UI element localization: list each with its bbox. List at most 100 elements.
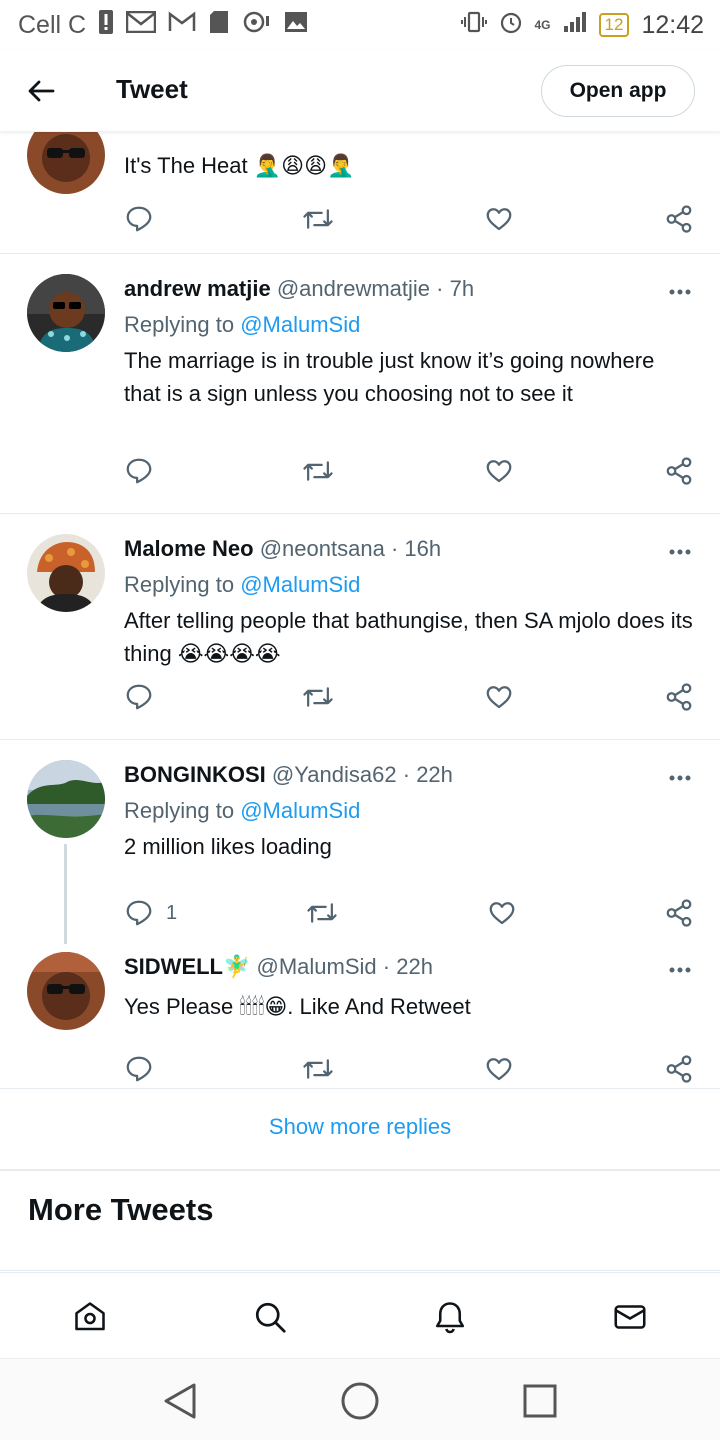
signal-icon bbox=[563, 11, 587, 39]
share-button[interactable] bbox=[664, 202, 694, 236]
author-handle[interactable]: @MalumSid bbox=[257, 954, 377, 979]
share-button[interactable] bbox=[664, 896, 694, 930]
like-button[interactable] bbox=[484, 680, 514, 714]
tweet[interactable]: Malome Neo @neontsana · 16h Replying to … bbox=[0, 514, 720, 740]
tweet-header: Malome Neo @neontsana · 16h bbox=[124, 536, 441, 562]
author-handle[interactable]: @andrewmatjie bbox=[277, 276, 430, 301]
share-button[interactable] bbox=[664, 1052, 694, 1086]
separator: · bbox=[436, 276, 450, 301]
tweet-text: Yes Please 🕯🕯🕯🕯😁. Like And Retweet bbox=[124, 994, 471, 1019]
share-button[interactable] bbox=[664, 680, 694, 714]
reply-icon bbox=[126, 684, 152, 710]
avatar[interactable] bbox=[27, 534, 105, 612]
retweet-button[interactable] bbox=[302, 680, 334, 714]
like-button[interactable] bbox=[487, 896, 517, 930]
like-button[interactable] bbox=[484, 202, 514, 236]
tweet-actions bbox=[124, 1052, 696, 1086]
bell-icon bbox=[435, 1302, 465, 1334]
separator: · bbox=[402, 762, 417, 787]
gallery-icon bbox=[284, 11, 308, 39]
tweet-text: 2 million likes loading bbox=[124, 834, 332, 859]
retweet-button[interactable] bbox=[302, 454, 334, 488]
replying-to: Replying to @MalumSid bbox=[124, 572, 360, 598]
tweet[interactable]: SIDWELL🧚‍♂️ @MalumSid · 22h Yes Please 🕯… bbox=[0, 932, 720, 1088]
battery-indicator: 12 bbox=[598, 13, 630, 37]
tweet-time[interactable]: 22h bbox=[396, 954, 433, 979]
more-button[interactable] bbox=[668, 536, 692, 562]
avatar[interactable] bbox=[27, 760, 105, 838]
like-button[interactable] bbox=[484, 454, 514, 488]
reply-icon bbox=[126, 1056, 152, 1082]
retweet-icon bbox=[303, 461, 333, 481]
more-button[interactable] bbox=[668, 954, 692, 980]
tweet-header: andrew matjie @andrewmatjie · 7h bbox=[124, 276, 474, 302]
show-more-replies-link[interactable]: Show more replies bbox=[0, 1114, 720, 1140]
heart-icon bbox=[486, 460, 512, 483]
retweet-button[interactable] bbox=[306, 896, 338, 930]
like-button[interactable] bbox=[484, 1052, 514, 1086]
replying-to: Replying to @MalumSid bbox=[124, 312, 360, 338]
divider bbox=[0, 1270, 720, 1271]
reply-button[interactable]: 1 bbox=[124, 896, 177, 930]
reply-button[interactable] bbox=[124, 202, 154, 236]
author-handle[interactable]: @neontsana bbox=[260, 536, 385, 561]
share-button[interactable] bbox=[664, 454, 694, 488]
nav-back-button[interactable] bbox=[158, 1379, 202, 1423]
vibrate-icon bbox=[460, 11, 487, 39]
circle-home-icon bbox=[341, 1382, 379, 1420]
reply-icon bbox=[126, 458, 152, 484]
share-icon bbox=[666, 899, 692, 927]
reply-icon bbox=[126, 900, 152, 926]
tweet-time[interactable]: 16h bbox=[404, 536, 441, 561]
more-icon bbox=[669, 775, 691, 781]
tweet[interactable]: It's The Heat 🤦‍♂️😩😩🤦‍♂️ bbox=[0, 116, 720, 254]
avatar[interactable] bbox=[27, 952, 105, 1030]
author-name[interactable]: BONGINKOSI bbox=[124, 762, 266, 787]
mention-link[interactable]: @MalumSid bbox=[240, 798, 360, 823]
avatar[interactable] bbox=[27, 274, 105, 352]
retweet-button[interactable] bbox=[302, 202, 334, 236]
alert-icon bbox=[98, 9, 114, 41]
tab-home[interactable] bbox=[70, 1297, 110, 1337]
reply-button[interactable] bbox=[124, 1052, 154, 1086]
tweet-time[interactable]: 22h bbox=[416, 762, 453, 787]
mention-link[interactable]: @MalumSid bbox=[240, 572, 360, 597]
nav-home-button[interactable] bbox=[338, 1379, 382, 1423]
network-type-label: 4G bbox=[534, 18, 551, 32]
retweet-icon bbox=[303, 209, 333, 229]
more-icon bbox=[669, 549, 691, 555]
tweet-time[interactable]: 7h bbox=[450, 276, 474, 301]
tweet-actions bbox=[124, 454, 696, 488]
more-icon bbox=[669, 967, 691, 973]
author-name[interactable]: andrew matjie bbox=[124, 276, 271, 301]
divider bbox=[0, 1088, 720, 1089]
retweet-button[interactable] bbox=[302, 1052, 334, 1086]
tab-messages[interactable] bbox=[610, 1297, 650, 1337]
mail-icon bbox=[614, 1305, 646, 1329]
mention-link[interactable]: @MalumSid bbox=[240, 312, 360, 337]
divider bbox=[0, 1169, 720, 1171]
back-button[interactable] bbox=[24, 74, 58, 108]
more-tweets-heading: More Tweets bbox=[28, 1192, 214, 1227]
tab-search[interactable] bbox=[250, 1297, 290, 1337]
author-name[interactable]: Malome Neo bbox=[124, 536, 254, 561]
reply-count: 1 bbox=[166, 901, 178, 924]
reply-button[interactable] bbox=[124, 680, 154, 714]
author-name[interactable]: SIDWELL🧚‍♂️ bbox=[124, 954, 250, 979]
reply-icon bbox=[126, 206, 152, 232]
bottom-tab-bar bbox=[0, 1272, 720, 1358]
reply-button[interactable] bbox=[124, 454, 154, 488]
retweet-icon bbox=[303, 687, 333, 707]
more-button[interactable] bbox=[668, 276, 692, 302]
tweet-header: BONGINKOSI @Yandisa62 · 22h bbox=[124, 762, 453, 788]
tweet[interactable]: andrew matjie @andrewmatjie · 7h Replyin… bbox=[0, 254, 720, 514]
tweet[interactable]: BONGINKOSI @Yandisa62 · 22h Replying to … bbox=[0, 740, 720, 930]
tweet-actions bbox=[124, 202, 696, 236]
author-handle[interactable]: @Yandisa62 bbox=[272, 762, 397, 787]
nav-recents-button[interactable] bbox=[518, 1379, 562, 1423]
open-app-button[interactable]: Open app bbox=[541, 65, 695, 117]
tab-notifications[interactable] bbox=[430, 1297, 470, 1337]
page-title: Tweet bbox=[116, 74, 188, 104]
tweet-text: The marriage is in trouble just know it’… bbox=[124, 348, 655, 406]
more-button[interactable] bbox=[668, 762, 692, 788]
